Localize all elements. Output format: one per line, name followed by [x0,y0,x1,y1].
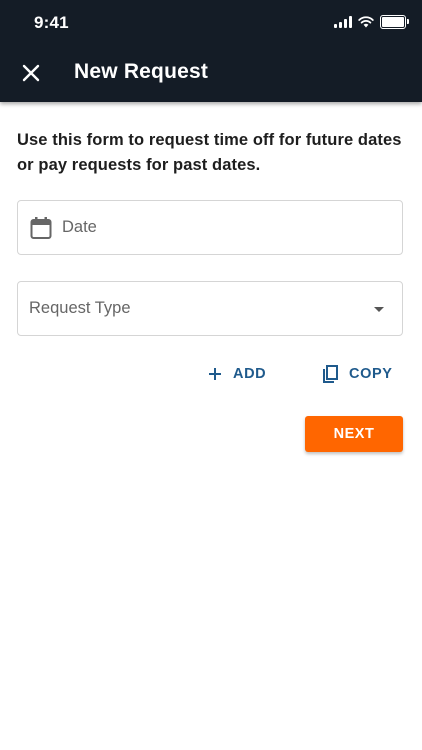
copy-icon [323,365,338,383]
date-field[interactable]: Date [17,200,403,255]
page-title: New Request [74,60,209,83]
status-icons [334,15,409,29]
intro-text: Use this form to request time off for fu… [17,131,402,174]
status-time: 9:41 [34,13,69,32]
add-button[interactable]: ADD [207,362,266,386]
app-header: 9:41 New Request [0,0,422,102]
date-placeholder: Date [62,218,97,236]
add-label: ADD [233,366,267,382]
battery-icon [380,15,409,29]
calendar-icon [30,217,52,239]
copy-button[interactable]: COPY [321,362,393,386]
copy-label: COPY [349,366,393,382]
request-type-select[interactable]: Request Type [17,281,403,336]
request-type-placeholder: Request Type [29,299,131,317]
signal-icon [334,16,352,28]
next-button[interactable]: NEXT [305,416,403,452]
close-icon[interactable] [18,60,44,86]
plus-icon [209,368,221,380]
wifi-icon [358,16,374,28]
dropdown-arrow-icon [374,307,384,312]
